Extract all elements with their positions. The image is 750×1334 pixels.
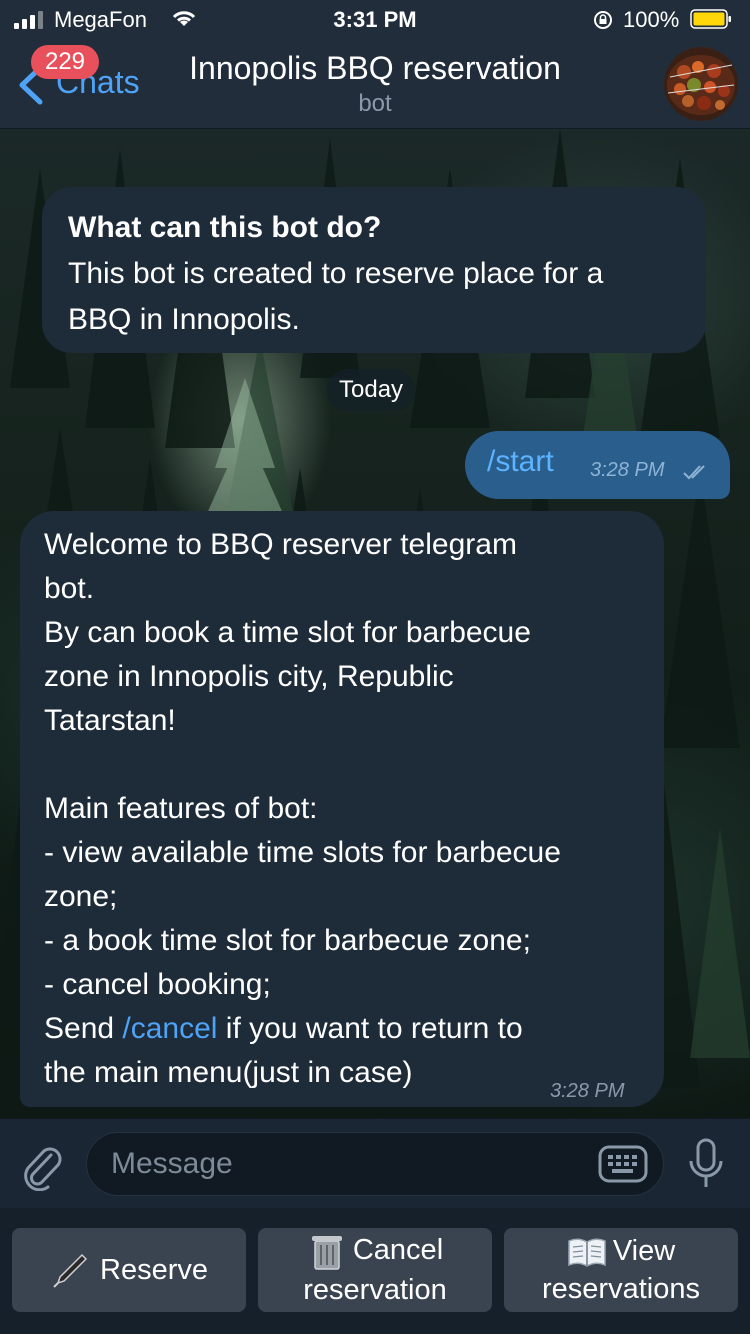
pen-icon bbox=[53, 1253, 88, 1288]
view-reservations-label-1: View bbox=[612, 1235, 676, 1267]
trash-icon bbox=[311, 1236, 342, 1270]
bot-reply-keyboard: Reserve Cancel reservation View reservat… bbox=[0, 1208, 750, 1334]
bot-description-title: What can this bot do? bbox=[68, 211, 382, 244]
message-line: Main features of bot: bbox=[44, 792, 318, 825]
outgoing-message-bubble[interactable]: /start 3:28 PM bbox=[465, 431, 730, 499]
reserve-button[interactable]: Reserve bbox=[12, 1228, 246, 1312]
message-line: bot. bbox=[44, 572, 95, 605]
message-input-bar: Message bbox=[0, 1118, 750, 1209]
cancel-command-link[interactable]: /cancel bbox=[122, 1012, 217, 1045]
attachment-paperclip-icon[interactable] bbox=[18, 1141, 66, 1191]
chat-subtitle: bot bbox=[358, 90, 392, 117]
message-timestamp: 3:28 PM bbox=[550, 1080, 625, 1102]
message-line: - view available time slots for barbecue bbox=[44, 836, 561, 869]
message-line: Send /cancel if you want to return to bbox=[44, 1007, 640, 1051]
message-line: zone; bbox=[44, 880, 118, 913]
bot-avatar[interactable] bbox=[664, 47, 738, 121]
status-bar: MegaFon 3:31 PM 100% bbox=[0, 0, 750, 40]
message-line: Welcome to BBQ reserver telegram bbox=[44, 528, 517, 561]
battery-percent: 100% bbox=[623, 7, 680, 32]
cancel-reservation-label-1: Cancel bbox=[352, 1233, 444, 1266]
date-separator: Today bbox=[327, 369, 416, 411]
message-line: zone in Innopolis city, Republic bbox=[44, 660, 454, 693]
message-line: By can book a time slot for barbecue bbox=[44, 616, 531, 649]
message-line bbox=[44, 743, 640, 787]
message-input[interactable]: Message bbox=[86, 1132, 664, 1196]
rotation-lock-icon bbox=[594, 11, 612, 29]
incoming-message-bubble[interactable]: Welcome to BBQ reserver telegram bot. By… bbox=[20, 511, 664, 1107]
message-placeholder: Message bbox=[111, 1147, 233, 1180]
cancel-reservation-button[interactable]: Cancel reservation bbox=[258, 1228, 492, 1312]
view-reservations-button[interactable]: View reservations bbox=[504, 1228, 738, 1312]
send-prefix-text: Send bbox=[44, 1012, 123, 1045]
send-suffix-text: if you want to return to bbox=[217, 1012, 523, 1045]
reserve-button-label: Reserve bbox=[100, 1254, 208, 1286]
message-line: - a book time slot for barbecue zone; bbox=[44, 924, 531, 957]
chat-title[interactable]: Innopolis BBQ reservation bbox=[150, 50, 600, 87]
bot-description-bubble: What can this bot do? This bot is create… bbox=[42, 187, 706, 353]
open-book-icon bbox=[568, 1238, 606, 1268]
view-reservations-label-2: reservations bbox=[542, 1273, 700, 1305]
view-reservations-line1: View bbox=[567, 1232, 675, 1270]
unread-count-badge: 229 bbox=[31, 45, 99, 79]
bot-keyboard-toggle-icon[interactable] bbox=[597, 1143, 649, 1185]
bot-description-line: This bot is created to reserve place for… bbox=[68, 257, 604, 290]
navigation-header: MegaFon 3:31 PM 100% Chats 229 Innopolis… bbox=[0, 0, 750, 129]
telegram-chat-screen: MegaFon 3:31 PM 100% Chats 229 Innopolis… bbox=[0, 0, 750, 1334]
bot-description-line: BBQ in Innopolis. bbox=[68, 303, 300, 336]
read-checkmarks-icon bbox=[683, 465, 705, 480]
outgoing-message-text[interactable]: /start bbox=[487, 445, 554, 479]
cancel-reservation-line1: Cancel bbox=[307, 1231, 443, 1271]
message-line: Tatarstan! bbox=[44, 704, 176, 737]
message-line: - cancel booking; bbox=[44, 968, 271, 1001]
microphone-icon[interactable] bbox=[686, 1137, 726, 1193]
battery-icon bbox=[690, 9, 731, 29]
message-timestamp: 3:28 PM bbox=[590, 459, 665, 481]
cancel-reservation-label-2: reservation bbox=[303, 1274, 447, 1307]
